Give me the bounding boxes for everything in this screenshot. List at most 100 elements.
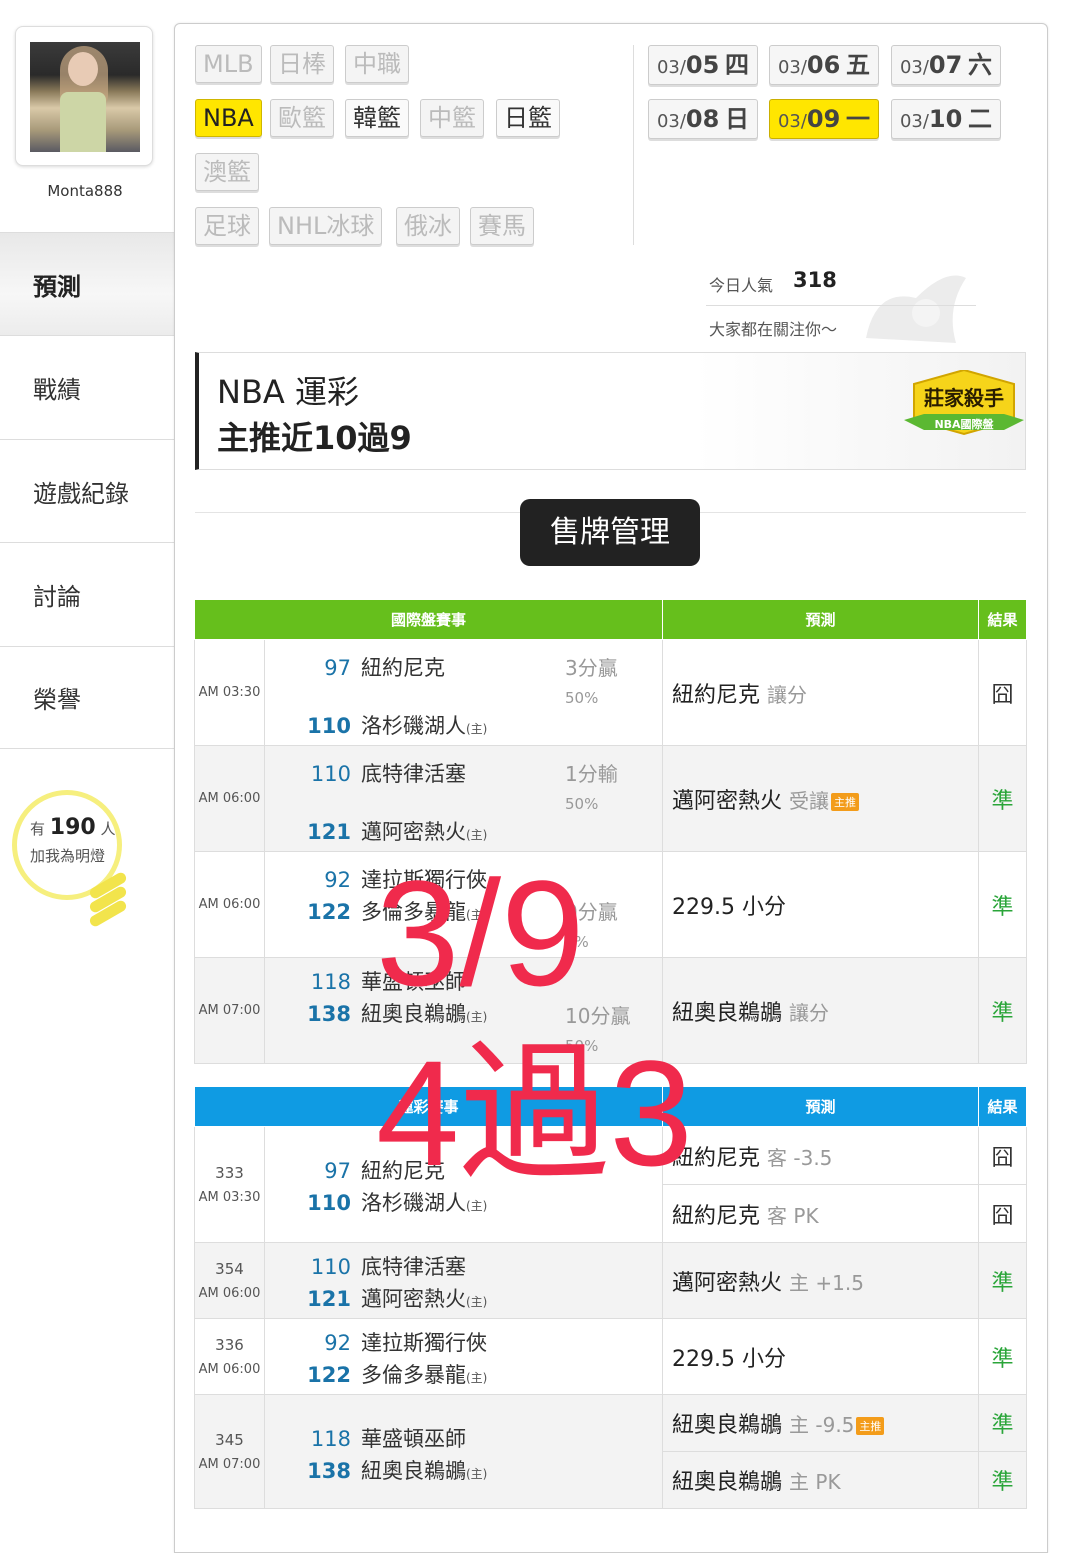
menu-label: 戰績 xyxy=(33,375,81,404)
date-0310[interactable]: 03/10 二 xyxy=(891,99,1001,139)
game-time: AM 06:00 xyxy=(194,851,265,958)
date-0309[interactable]: 03/09 一 xyxy=(769,99,879,139)
spread-info: 10分贏 50% xyxy=(565,1004,631,1055)
spread-info: 3分贏 50% xyxy=(565,656,618,707)
prediction: 邁阿密熱火 受讓 主推 xyxy=(662,745,980,852)
date-0306[interactable]: 03/06 五 xyxy=(769,45,879,85)
prediction: 紐奧良鵜鶘 主 -9.5 主推 xyxy=(662,1394,980,1452)
game-id: 336 xyxy=(215,1336,244,1354)
game-time: AM 06:00 xyxy=(198,1286,261,1301)
away-line: 97 紐約尼克 xyxy=(324,656,445,680)
away-line: 118 華盛頓巫師 xyxy=(310,970,466,994)
league-mlb[interactable]: MLB xyxy=(195,45,262,83)
main-pick-tag: 主推 xyxy=(831,792,860,811)
sidebar: Monta888 預測 戰績 遊戲紀錄 討論 榮譽 有 190 人 加我為明燈 xyxy=(0,0,175,1539)
dealer-killer-badge-icon: 莊家殺手 NBA國際盤 xyxy=(904,370,1024,440)
away-line: 118 華盛頓巫師 xyxy=(310,1427,466,1451)
league-euro[interactable]: 歐籃 xyxy=(270,99,334,137)
prediction: 紐奧良鵜鶘 主 PK xyxy=(662,1451,980,1509)
league-nhl[interactable]: NHL冰球 xyxy=(269,207,383,245)
home-line: 121 邁阿密熱火(主) xyxy=(307,820,488,844)
game-teams: 97 紐約尼克 110 洛杉磯湖人(主) 3分贏 50% xyxy=(263,639,664,746)
league-soccer[interactable]: 足球 xyxy=(195,207,259,245)
menu-item-game-log[interactable]: 遊戲紀錄 xyxy=(0,439,174,542)
league-bleague[interactable]: 日籃 xyxy=(496,99,560,137)
sell-management-button[interactable]: 售牌管理 xyxy=(520,499,700,566)
col-header-result: 結果 xyxy=(978,599,1028,640)
league-khl[interactable]: 俄冰 xyxy=(396,207,460,245)
game-teams: 97 紐約尼克 110 洛杉磯湖人(主) xyxy=(263,1126,664,1243)
league-jpb[interactable]: 日棒 xyxy=(270,45,334,83)
col-header-predict: 預測 xyxy=(662,599,980,640)
prediction: 229.5 小分 xyxy=(662,1318,980,1395)
date-0307[interactable]: 03/07 六 xyxy=(891,45,1001,85)
table-row[interactable]: 336 AM 06:00 92 達拉斯獨行俠 122 多倫多暴龍(主) 229.5 小… xyxy=(194,1318,1028,1395)
result: 囧 xyxy=(978,1184,1028,1243)
table-row[interactable]: 345 AM 07:00 118 華盛頓巫師 138 紐奧良鵜鶘(主) 紐奧良鵜鶘 主… xyxy=(194,1394,1028,1509)
prediction: 紐奧良鵜鶘 讓分 xyxy=(662,957,980,1064)
username[interactable]: Monta888 xyxy=(0,182,170,200)
result: 囧 xyxy=(978,1126,1028,1185)
away-line: 110 底特律活塞 xyxy=(310,762,466,786)
game-info: 333 AM 03:30 xyxy=(194,1126,265,1243)
away-line: 97 紐約尼克 xyxy=(324,1159,445,1183)
banner: NBA 運彩 主推近10過9 xyxy=(195,352,1026,470)
game-time: AM 06:00 xyxy=(198,1362,261,1377)
result: 準 xyxy=(978,1242,1028,1319)
home-line: 121 邁阿密熱火(主) xyxy=(307,1287,488,1311)
result: 準 xyxy=(978,1318,1028,1395)
popularity-sub: 大家都在關注你〜 xyxy=(709,320,838,339)
game-teams: 118 華盛頓巫師 138 紐奧良鵜鶘(主) xyxy=(263,1394,664,1509)
game-teams: 118 華盛頓巫師 138 紐奧良鵜鶘(主) 10分贏 50% xyxy=(263,957,664,1064)
game-time: AM 03:30 xyxy=(194,639,265,746)
fans-label[interactable]: 加我為明燈 xyxy=(30,845,105,866)
date-0308[interactable]: 03/08 日 xyxy=(648,99,758,139)
league-kbl[interactable]: 韓籃 xyxy=(345,99,409,137)
menu-label: 遊戲紀錄 xyxy=(33,479,129,508)
avatar-body xyxy=(60,92,106,152)
table-row[interactable]: 354 AM 06:00 110 底特律活塞 121 邁阿密熱火(主) 邁阿密熱火 主… xyxy=(194,1242,1028,1319)
away-line: 92 達拉斯獨行俠 xyxy=(324,868,487,892)
table-header: 國際盤賽事 預測 結果 xyxy=(193,599,1028,640)
table-row[interactable]: AM 07:00 118 華盛頓巫師 138 紐奧良鵜鶘(主) 10分贏 50% 紐奧… xyxy=(194,957,1028,1064)
table-row[interactable]: AM 06:00 110 底特律活塞 121 邁阿密熱火(主) 1分輸 50% 邁阿密… xyxy=(194,745,1028,852)
prediction: 紐約尼克 客 PK xyxy=(662,1184,980,1243)
table-row[interactable]: 333 AM 03:30 97 紐約尼克 110 洛杉磯湖人(主) 紐約尼克 客 -3… xyxy=(194,1126,1028,1243)
game-teams: 92 達拉斯獨行俠 122 多倫多暴龍(主) 0分贏 0% xyxy=(263,851,664,958)
prediction: 紐約尼克 客 -3.5 xyxy=(662,1126,980,1185)
col-header-result: 結果 xyxy=(978,1086,1028,1127)
table-header: 運彩賽事 預測 結果 xyxy=(193,1086,1028,1127)
col-header-game: 運彩賽事 xyxy=(193,1086,664,1127)
intl-odds-table: 國際盤賽事 預測 結果 AM 03:30 97 紐約尼克 110 洛杉磯湖人(主) … xyxy=(193,599,1028,1064)
main-pick-tag: 主推 xyxy=(856,1417,885,1435)
menu-item-predict[interactable]: 預測 xyxy=(0,232,174,335)
table-row[interactable]: AM 06:00 92 達拉斯獨行俠 122 多倫多暴龍(主) 0分贏 0% 229.… xyxy=(194,851,1028,958)
table-row[interactable]: AM 03:30 97 紐約尼克 110 洛杉磯湖人(主) 3分贏 50% 紐約尼克 … xyxy=(194,639,1028,746)
league-nbl[interactable]: 澳籃 xyxy=(195,153,259,191)
home-line: 138 紐奧良鵜鶘(主) xyxy=(307,1459,488,1483)
avatar-frame[interactable] xyxy=(15,26,153,166)
divider xyxy=(633,45,634,245)
result: 囧 xyxy=(978,639,1028,746)
game-teams: 110 底特律活塞 121 邁阿密熱火(主) xyxy=(263,1242,664,1319)
league-horse[interactable]: 賽馬 xyxy=(470,207,534,245)
league-sbl[interactable]: 中籃 xyxy=(420,99,484,137)
game-info: 336 AM 06:00 xyxy=(194,1318,265,1395)
menu-item-discussion[interactable]: 討論 xyxy=(0,542,174,645)
result: 準 xyxy=(978,957,1028,1064)
date-0305[interactable]: 03/05 四 xyxy=(648,45,758,85)
result: 準 xyxy=(978,745,1028,852)
game-teams: 92 達拉斯獨行俠 122 多倫多暴龍(主) xyxy=(263,1318,664,1395)
league-cpbl[interactable]: 中職 xyxy=(345,45,409,83)
league-nba[interactable]: NBA xyxy=(195,99,262,137)
avatar[interactable] xyxy=(30,42,140,152)
home-line: 110 洛杉磯湖人(主) xyxy=(307,1191,488,1215)
col-header-predict: 預測 xyxy=(662,1086,980,1127)
menu-item-record[interactable]: 戰績 xyxy=(0,335,174,438)
divider xyxy=(706,305,976,306)
menu-item-honor[interactable]: 榮譽 xyxy=(0,646,174,749)
badge-title: 莊家殺手 xyxy=(924,386,1004,410)
popularity-count: 318 xyxy=(793,268,837,292)
game-time: AM 07:00 xyxy=(194,957,265,1064)
result: 準 xyxy=(978,851,1028,958)
